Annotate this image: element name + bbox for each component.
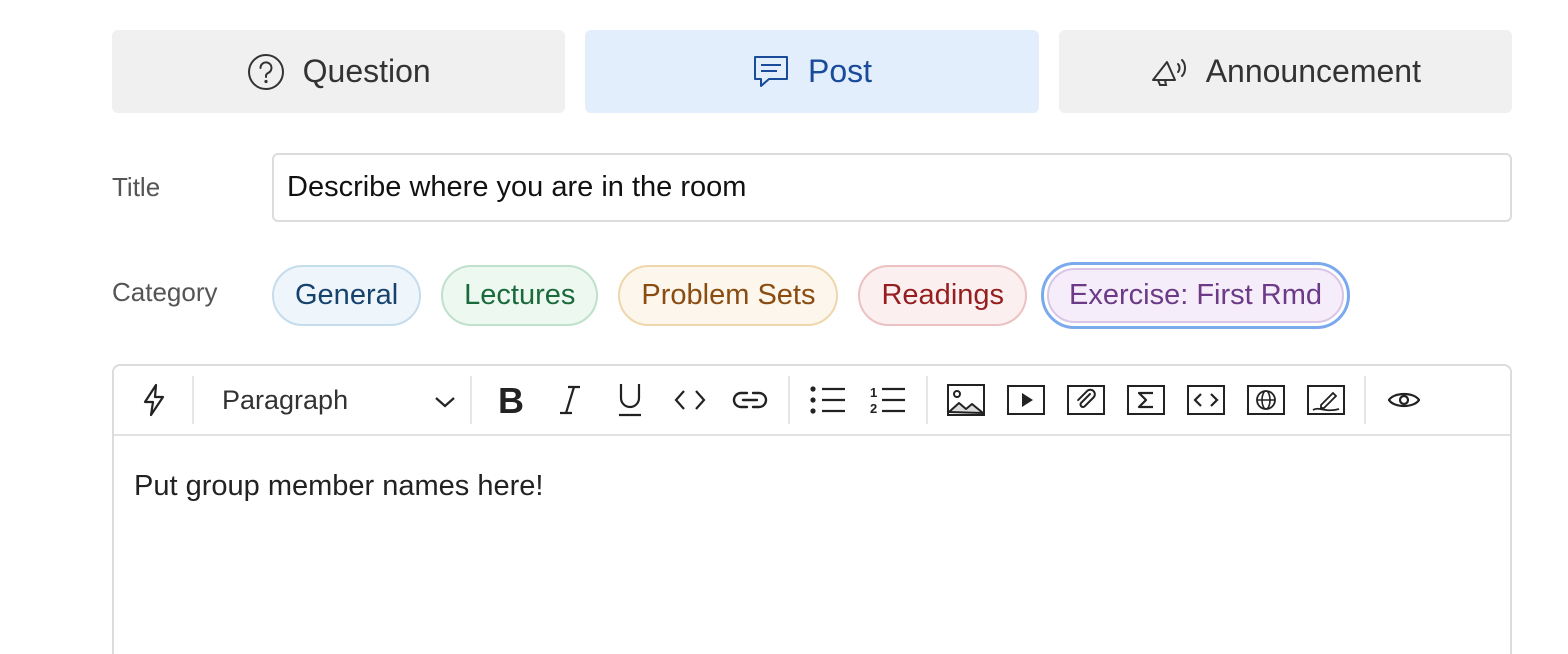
category-chip-exercise[interactable]: Exercise: First Rmd (1047, 268, 1344, 323)
svg-text:2: 2 (870, 401, 877, 415)
category-chip-readings[interactable]: Readings (858, 265, 1028, 326)
bold-icon[interactable]: B (490, 380, 530, 420)
numbered-list-icon[interactable]: 12 (868, 380, 908, 420)
category-label: Category (112, 277, 218, 307)
paragraph-format-value: Paragraph (222, 384, 349, 415)
post-type-button[interactable]: Post (585, 30, 1039, 113)
toolbar-divider (926, 376, 928, 424)
editor-content[interactable]: Put group member names here! (114, 436, 1510, 537)
toolbar-divider (788, 376, 790, 424)
post-type-selector: Question Post Announcement (112, 30, 1512, 113)
lightning-icon[interactable] (134, 380, 174, 420)
category-chip-problem-sets[interactable]: Problem Sets (618, 265, 839, 326)
editor-toolbar: Paragraph B 12 (114, 366, 1510, 436)
italic-icon[interactable] (550, 380, 590, 420)
post-type-label: Post (807, 53, 872, 89)
web-embed-icon[interactable] (1246, 380, 1286, 420)
preview-eye-icon[interactable] (1384, 380, 1424, 420)
question-circle-icon (247, 53, 285, 91)
math-icon[interactable] (1126, 380, 1166, 420)
announcement-type-label: Announcement (1205, 53, 1421, 89)
title-label: Title (112, 172, 161, 202)
link-icon[interactable] (730, 380, 770, 420)
megaphone-icon (1150, 56, 1188, 88)
category-focus-ring: Exercise: First Rmd (1041, 262, 1350, 329)
toolbar-divider (1364, 376, 1366, 424)
underline-icon[interactable] (610, 380, 650, 420)
chevron-down-icon (434, 385, 456, 416)
title-input[interactable] (272, 153, 1512, 222)
paragraph-format-select[interactable]: Paragraph (202, 376, 462, 424)
inline-code-icon[interactable] (670, 380, 710, 420)
code-block-icon[interactable] (1186, 380, 1226, 420)
rich-text-editor: Paragraph B 12 Put group member names he… (112, 364, 1512, 654)
bullet-list-icon[interactable] (808, 380, 848, 420)
question-type-button[interactable]: Question (112, 30, 566, 113)
attachment-icon[interactable] (1066, 380, 1106, 420)
category-chip-general[interactable]: General (272, 265, 422, 326)
toolbar-divider (192, 376, 194, 424)
announcement-type-button[interactable]: Announcement (1058, 30, 1512, 113)
video-icon[interactable] (1006, 380, 1046, 420)
chat-bubble-icon (752, 54, 790, 90)
svg-text:B: B (498, 384, 523, 416)
category-chip-lectures[interactable]: Lectures (441, 265, 599, 326)
toolbar-divider (470, 376, 472, 424)
drawing-icon[interactable] (1306, 380, 1346, 420)
image-icon[interactable] (946, 380, 986, 420)
category-list: General Lectures Problem Sets Readings E… (272, 262, 1350, 329)
svg-text:1: 1 (870, 385, 877, 400)
question-type-label: Question (302, 53, 431, 89)
